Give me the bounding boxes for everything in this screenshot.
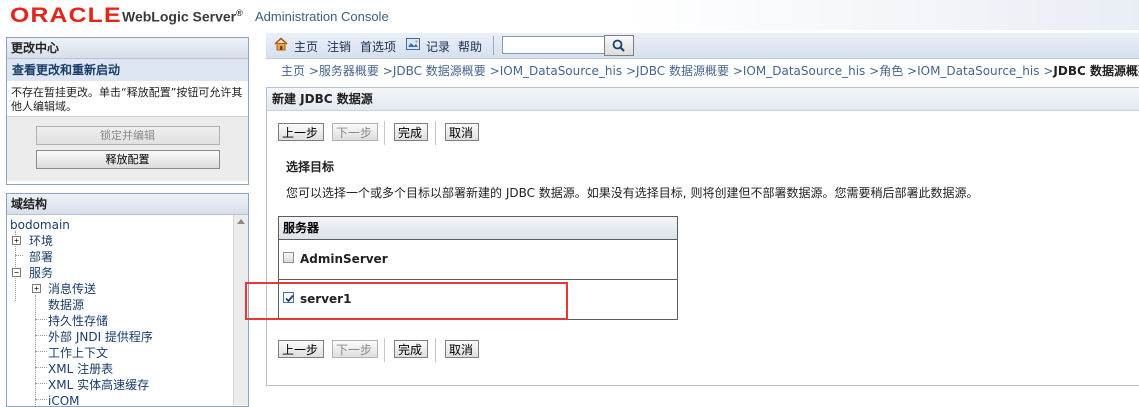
finish-button[interactable]: 完成	[394, 123, 428, 141]
change-center-panel: 更改中心 查看更改和重新启动 不存在暂挂更改。单击“释放配置”按钮可允许其他人编…	[6, 37, 249, 185]
breadcrumb-current: JDBC 数据源概要	[1053, 64, 1139, 78]
back-button[interactable]: 上一步	[278, 340, 324, 358]
search-button[interactable]	[604, 35, 634, 56]
tree-item-persistent-stores[interactable]: 持久性存储	[48, 313, 108, 329]
breadcrumb-item[interactable]: 服务器概要	[319, 64, 379, 78]
lock-and-edit-button[interactable]: 锁定并编辑	[35, 126, 220, 145]
breadcrumb-sep: >	[869, 64, 880, 78]
search-icon	[612, 39, 625, 52]
breadcrumb-sep: >	[382, 64, 393, 78]
breadcrumb-item[interactable]: JDBC 数据源概要	[393, 64, 486, 78]
finish-button[interactable]: 完成	[394, 340, 428, 358]
table-row: AdminServer	[279, 240, 677, 280]
nav-separator	[493, 36, 494, 55]
domain-structure-title: 域结构	[7, 194, 248, 215]
tree-root-bodomain[interactable]: bodomain	[10, 217, 70, 233]
tree-item-work-contexts[interactable]: 工作上下文	[48, 345, 108, 361]
breadcrumb-item[interactable]: 角色	[879, 64, 903, 78]
domain-tree: bodomain + 环境 部署 − 服务 + 消息传送 数据源 持久性存储 外…	[7, 215, 248, 405]
tree-connector	[35, 319, 47, 320]
expand-toggle-icon[interactable]: +	[12, 236, 21, 245]
breadcrumb-sep: >	[732, 64, 743, 78]
tree-item-foreign-jndi[interactable]: 外部 JNDI 提供程序	[48, 329, 153, 345]
cancel-button[interactable]: 取消	[445, 123, 479, 141]
expand-toggle-icon[interactable]: +	[32, 284, 41, 293]
adminserver-checkbox[interactable]	[283, 252, 294, 263]
breadcrumb-sep: >	[625, 64, 636, 78]
release-configuration-button[interactable]: 释放配置	[35, 150, 220, 169]
registered-mark: ®	[236, 8, 243, 18]
button-separator	[435, 121, 436, 145]
server-name: AdminServer	[300, 252, 388, 266]
breadcrumb-item[interactable]: IOM_DataSource_his	[917, 64, 1039, 78]
domain-structure-panel: 域结构 bodomain + 环境 部署 − 服务 + 消息传送 数据源 持久性…	[6, 193, 249, 407]
nav-logout-link[interactable]: 注销	[327, 38, 351, 55]
button-separator	[435, 338, 436, 362]
cancel-button[interactable]: 取消	[445, 340, 479, 358]
wizard-title: 新建 JDBC 数据源	[267, 88, 1139, 111]
next-button[interactable]: 下一步	[332, 340, 378, 358]
tree-item-environment[interactable]: 环境	[29, 233, 53, 249]
nav-record-link[interactable]: 记录	[426, 38, 450, 55]
button-separator	[384, 121, 385, 145]
breadcrumb-sep: >	[1043, 64, 1054, 78]
change-center-message: 不存在暂挂更改。单击“释放配置”按钮可允许其他人编辑域。	[11, 86, 243, 113]
product-name-text: WebLogic Server	[122, 8, 237, 25]
servers-table-header: 服务器	[279, 217, 677, 240]
button-separator	[384, 338, 385, 362]
breadcrumb-item[interactable]: 主页	[281, 64, 305, 78]
tree-connector	[35, 367, 47, 368]
tree-item-messaging[interactable]: 消息传送	[48, 281, 96, 297]
view-changes-link[interactable]: 查看更改和重新启动	[7, 59, 248, 81]
breadcrumb: 主页 >服务器概要 >JDBC 数据源概要 >IOM_DataSource_hi…	[281, 62, 1139, 79]
breadcrumb-item[interactable]: IOM_DataSource_his	[743, 64, 865, 78]
scroll-up-arrow-icon[interactable]	[237, 219, 245, 224]
home-icon[interactable]	[274, 37, 288, 51]
record-icon[interactable]	[406, 38, 420, 50]
breadcrumb-item[interactable]: IOM_DataSource_his	[500, 64, 622, 78]
tree-item-services[interactable]: 服务	[29, 265, 53, 281]
tree-connector	[15, 255, 23, 256]
wizard-panel: 新建 JDBC 数据源 上一步 下一步 完成 取消 选择目标 您可以选择一个或多…	[266, 87, 1139, 386]
breadcrumb-sep: >	[489, 64, 500, 78]
top-nav-bar: 主页 注销 首选项 记录 帮助	[266, 33, 1139, 59]
annotation-highlight-box	[245, 282, 568, 320]
oracle-logo: ORACLE	[10, 4, 122, 27]
tree-item-data-sources[interactable]: 数据源	[48, 297, 84, 313]
next-button[interactable]: 下一步	[332, 123, 378, 141]
search-input[interactable]	[502, 36, 606, 54]
tree-connector	[35, 351, 47, 352]
product-name: WebLogic Server®	[122, 8, 243, 25]
nav-preferences-link[interactable]: 首选项	[360, 38, 396, 55]
tree-connector	[35, 335, 47, 336]
collapse-toggle-icon[interactable]: −	[12, 268, 21, 277]
tree-item-xml-entity-caches[interactable]: XML 实体高速缓存	[48, 377, 149, 393]
tree-connector	[35, 295, 36, 405]
change-center-buttons: 锁定并编辑 释放配置	[7, 116, 248, 181]
breadcrumb-item[interactable]: JDBC 数据源概要	[636, 64, 729, 78]
tree-item-jcom[interactable]: jCOM	[48, 393, 80, 405]
tree-item-xml-registries[interactable]: XML 注册表	[48, 361, 113, 377]
change-center-title: 更改中心	[7, 38, 248, 59]
tree-connector	[35, 399, 47, 400]
breadcrumb-sep: >	[907, 64, 918, 78]
nav-help-link[interactable]: 帮助	[458, 38, 482, 55]
section-description: 您可以选择一个或多个目标以部署新建的 JDBC 数据源。如果没有选择目标, 则将…	[286, 186, 979, 200]
back-button[interactable]: 上一步	[278, 123, 324, 141]
console-header: ORACLE WebLogic Server® Administration C…	[0, 0, 1139, 30]
breadcrumb-sep: >	[308, 64, 319, 78]
tree-connector	[35, 383, 47, 384]
console-name: Administration Console	[255, 9, 389, 24]
nav-home-link[interactable]: 主页	[294, 38, 318, 55]
tree-item-deployments[interactable]: 部署	[29, 249, 53, 265]
section-title: 选择目标	[286, 160, 335, 174]
